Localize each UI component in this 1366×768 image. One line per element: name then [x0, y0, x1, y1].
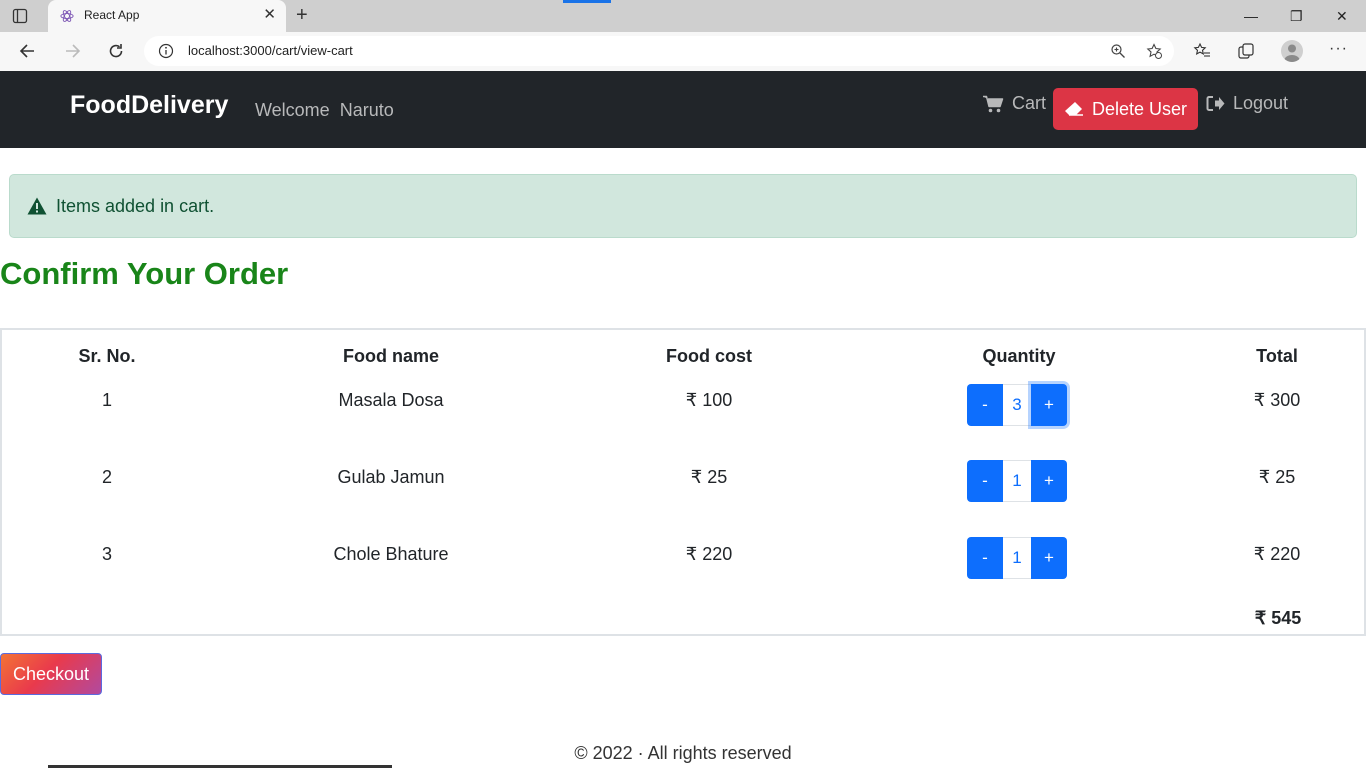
url-text[interactable]: localhost:3000/cart/view-cart [188, 43, 353, 58]
quantity-stepper: - 1 + [967, 537, 1071, 579]
sign-out-icon [1206, 96, 1225, 111]
collections-icon[interactable] [1237, 42, 1255, 60]
restore-button[interactable]: ❐ [1290, 8, 1303, 24]
row-food-name: Chole Bhature [333, 544, 449, 564]
row-food-name: Masala Dosa [338, 390, 444, 410]
quantity-stepper: - 1 + [967, 460, 1071, 502]
header-food-name: Food name [342, 346, 440, 366]
address-bar[interactable]: localhost:3000/cart/view-cart [144, 36, 1174, 66]
row-food-cost: ₹ 220 [685, 544, 733, 564]
header-sr-no: Sr. No. [78, 346, 136, 366]
header-quantity: Quantity [982, 346, 1056, 366]
tab-strip-accent [563, 0, 611, 3]
decrease-quantity-button[interactable]: - [967, 384, 1003, 426]
checkout-button[interactable]: Checkout [0, 653, 102, 695]
forward-arrow-icon[interactable] [62, 41, 82, 61]
row-sr-no: 1 [101, 390, 113, 410]
row-sr-no: 3 [101, 544, 113, 564]
cart-link[interactable]: Cart [983, 93, 1046, 114]
tab-title: React App [84, 8, 140, 22]
row-total: ₹ 300 [1253, 390, 1301, 410]
row-total: ₹ 220 [1253, 544, 1301, 564]
minimize-button[interactable]: — [1244, 8, 1258, 24]
browser-tab[interactable]: React App ✕ [48, 0, 286, 32]
warning-triangle-icon [27, 197, 47, 215]
increase-quantity-button[interactable]: + [1031, 384, 1067, 426]
eraser-icon [1064, 102, 1083, 116]
zoom-icon[interactable] [1110, 43, 1126, 59]
quantity-value: 1 [1003, 460, 1031, 502]
page-title: Confirm Your Order [0, 256, 289, 291]
increase-quantity-button[interactable]: + [1031, 537, 1067, 579]
logout-label: Logout [1233, 93, 1289, 113]
row-total: ₹ 25 [1258, 467, 1296, 487]
settings-menu-button[interactable]: ··· [1329, 40, 1348, 58]
refresh-icon[interactable] [106, 41, 126, 61]
site-info-icon[interactable] [158, 43, 174, 59]
shopping-cart-icon [983, 95, 1004, 112]
add-favorite-icon[interactable] [1146, 43, 1162, 59]
grand-total: ₹ 545 [1254, 608, 1302, 628]
react-favicon-icon [60, 10, 74, 22]
decrease-quantity-button[interactable]: - [967, 460, 1003, 502]
quantity-stepper: - 3 + [967, 384, 1071, 426]
row-sr-no: 2 [101, 467, 113, 487]
row-food-cost: ₹ 25 [690, 467, 728, 487]
tab-actions-icon[interactable] [12, 8, 28, 24]
profile-avatar[interactable] [1281, 40, 1303, 62]
logout-link[interactable]: Logout [1206, 93, 1288, 114]
cart-label: Cart [1012, 93, 1047, 113]
favorites-icon[interactable] [1193, 42, 1211, 60]
welcome-label: Welcome [255, 100, 330, 120]
cart-table: Sr. No. Food name Food cost Quantity Tot… [0, 328, 1366, 636]
delete-user-label: Delete User [1091, 98, 1188, 119]
quantity-value: 3 [1003, 384, 1031, 426]
alert-message: Items added in cart. [56, 196, 215, 216]
welcome-message: Welcome Naruto [255, 100, 404, 121]
app-navbar: FoodDelivery Welcome Naruto Cart Delete U… [0, 71, 1366, 148]
row-food-cost: ₹ 100 [685, 390, 733, 410]
tab-close-icon[interactable]: ✕ [263, 7, 276, 23]
success-alert: Items added in cart. [9, 174, 1357, 238]
header-food-cost: Food cost [666, 346, 752, 366]
new-tab-button[interactable]: + [296, 5, 308, 25]
header-total: Total [1256, 346, 1298, 366]
window-close-button[interactable]: ✕ [1336, 8, 1348, 24]
back-arrow-icon[interactable] [18, 41, 38, 61]
increase-quantity-button[interactable]: + [1031, 460, 1067, 502]
user-icon [1284, 44, 1300, 62]
browser-tab-strip: React App ✕ + — ❐ ✕ [0, 0, 1366, 32]
quantity-value: 1 [1003, 537, 1031, 579]
decrease-quantity-button[interactable]: - [967, 537, 1003, 579]
brand-logo[interactable]: FoodDelivery [70, 91, 228, 120]
footer-copyright: © 2022 · All rights reserved [574, 743, 792, 763]
row-food-name: Gulab Jamun [337, 467, 445, 487]
delete-user-button[interactable]: Delete User [1053, 88, 1198, 130]
username: Naruto [339, 100, 394, 120]
